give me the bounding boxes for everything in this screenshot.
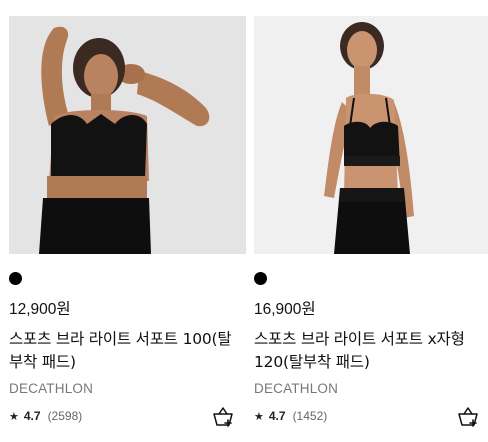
add-to-cart-icon[interactable] (457, 406, 479, 428)
rating-score: 4.7 (23, 409, 41, 423)
model-photo (39, 26, 210, 254)
product-brand: DECATHLON (9, 381, 94, 396)
star-icon: ★ (9, 410, 19, 423)
product-price: 12,900원 (9, 301, 71, 318)
product-rating: ★ 4.7 (1452) (254, 409, 327, 423)
product-image[interactable] (9, 16, 246, 254)
color-swatch[interactable] (9, 272, 22, 285)
add-to-cart-icon[interactable] (212, 406, 234, 428)
color-swatch[interactable] (254, 272, 267, 285)
product-title[interactable]: 스포츠 브라 라이트 서포트 x자형 120(탈부착 패드) (254, 328, 486, 374)
product-card[interactable]: 12,900원 스포츠 브라 라이트 서포트 100(탈부착 패드) DECAT… (9, 16, 246, 427)
product-card[interactable]: 16,900원 스포츠 브라 라이트 서포트 x자형 120(탈부착 패드) D… (254, 16, 488, 427)
product-price: 16,900원 (254, 301, 316, 318)
review-count: (1452) (292, 409, 328, 423)
product-rating: ★ 4.7 (2598) (9, 409, 82, 423)
star-icon: ★ (254, 410, 264, 423)
product-title[interactable]: 스포츠 브라 라이트 서포트 100(탈부착 패드) (9, 328, 241, 374)
product-image[interactable] (254, 16, 488, 254)
rating-score: 4.7 (268, 409, 286, 423)
review-count: (2598) (47, 409, 83, 423)
product-brand: DECATHLON (254, 381, 339, 396)
model-photo (324, 22, 414, 254)
